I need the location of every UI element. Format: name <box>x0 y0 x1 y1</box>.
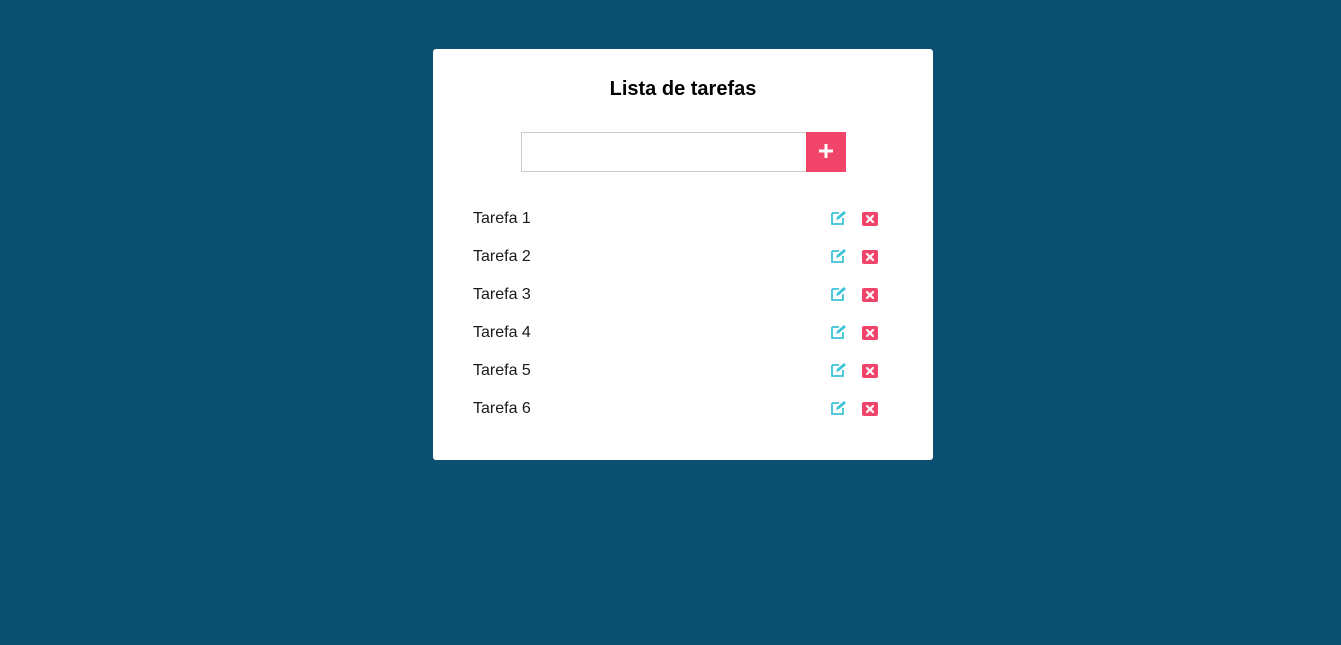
delete-icon <box>861 287 878 305</box>
edit-icon <box>830 287 847 305</box>
list-item: Tarefa 3 <box>473 277 878 315</box>
task-label: Tarefa 1 <box>473 210 531 227</box>
edit-button[interactable] <box>830 401 847 419</box>
task-label: Tarefa 4 <box>473 324 531 341</box>
delete-button[interactable] <box>861 325 878 343</box>
delete-button[interactable] <box>861 249 878 267</box>
todo-card: Lista de tarefas Tarefa 1 Tarefa 2 Taref… <box>433 49 933 460</box>
task-label: Tarefa 6 <box>473 400 531 417</box>
delete-button[interactable] <box>861 401 878 419</box>
delete-icon <box>861 363 878 381</box>
add-task-button[interactable] <box>806 132 846 172</box>
delete-icon <box>861 249 878 267</box>
delete-icon <box>861 325 878 343</box>
task-list: Tarefa 1 Tarefa 2 Tarefa 3 Tarefa 4 Tare… <box>473 201 878 429</box>
edit-icon <box>830 249 847 267</box>
delete-button[interactable] <box>861 363 878 381</box>
edit-icon <box>830 363 847 381</box>
list-item: Tarefa 5 <box>473 353 878 391</box>
task-label: Tarefa 5 <box>473 362 531 379</box>
edit-icon <box>830 325 847 343</box>
list-item: Tarefa 1 <box>473 201 878 239</box>
edit-button[interactable] <box>830 249 847 267</box>
list-item: Tarefa 6 <box>473 391 878 429</box>
edit-button[interactable] <box>830 325 847 343</box>
edit-button[interactable] <box>830 363 847 381</box>
delete-button[interactable] <box>861 211 878 229</box>
edit-button[interactable] <box>830 287 847 305</box>
list-item: Tarefa 4 <box>473 315 878 353</box>
page-title: Lista de tarefas <box>609 78 757 100</box>
add-task-form <box>521 132 846 172</box>
plus-icon <box>819 143 833 161</box>
delete-icon <box>861 401 878 419</box>
delete-icon <box>861 211 878 229</box>
delete-button[interactable] <box>861 287 878 305</box>
task-label: Tarefa 3 <box>473 286 531 303</box>
list-item: Tarefa 2 <box>473 239 878 277</box>
edit-button[interactable] <box>830 211 847 229</box>
edit-icon <box>830 211 847 229</box>
task-input[interactable] <box>521 132 806 172</box>
edit-icon <box>830 401 847 419</box>
task-label: Tarefa 2 <box>473 248 531 265</box>
